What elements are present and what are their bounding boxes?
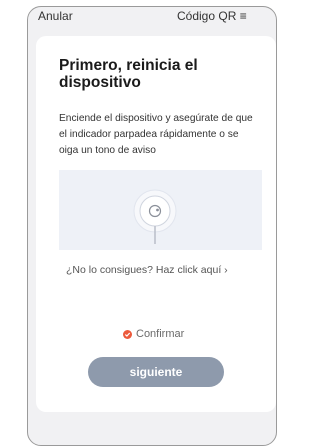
confirm-label: Confirmar: [136, 328, 185, 340]
confirm-checkbox[interactable]: Confirmar: [123, 328, 184, 340]
top-bar: Anular Código QR ≡: [0, 0, 262, 28]
device-reset-icon: [133, 189, 177, 244]
card-title: Primero, reinicia el dispositivo: [59, 57, 198, 91]
card-description: Enciende el dispositivo y asegúrate de q…: [59, 113, 253, 156]
next-button[interactable]: siguiente: [88, 357, 224, 387]
cancel-button[interactable]: Anular: [38, 9, 73, 23]
qr-code-button[interactable]: Código QR ≡: [177, 9, 247, 23]
device-illustration: [59, 170, 262, 250]
check-icon: [123, 329, 132, 339]
help-link[interactable]: ¿No lo consigues? Haz click aquí ›: [66, 264, 262, 276]
